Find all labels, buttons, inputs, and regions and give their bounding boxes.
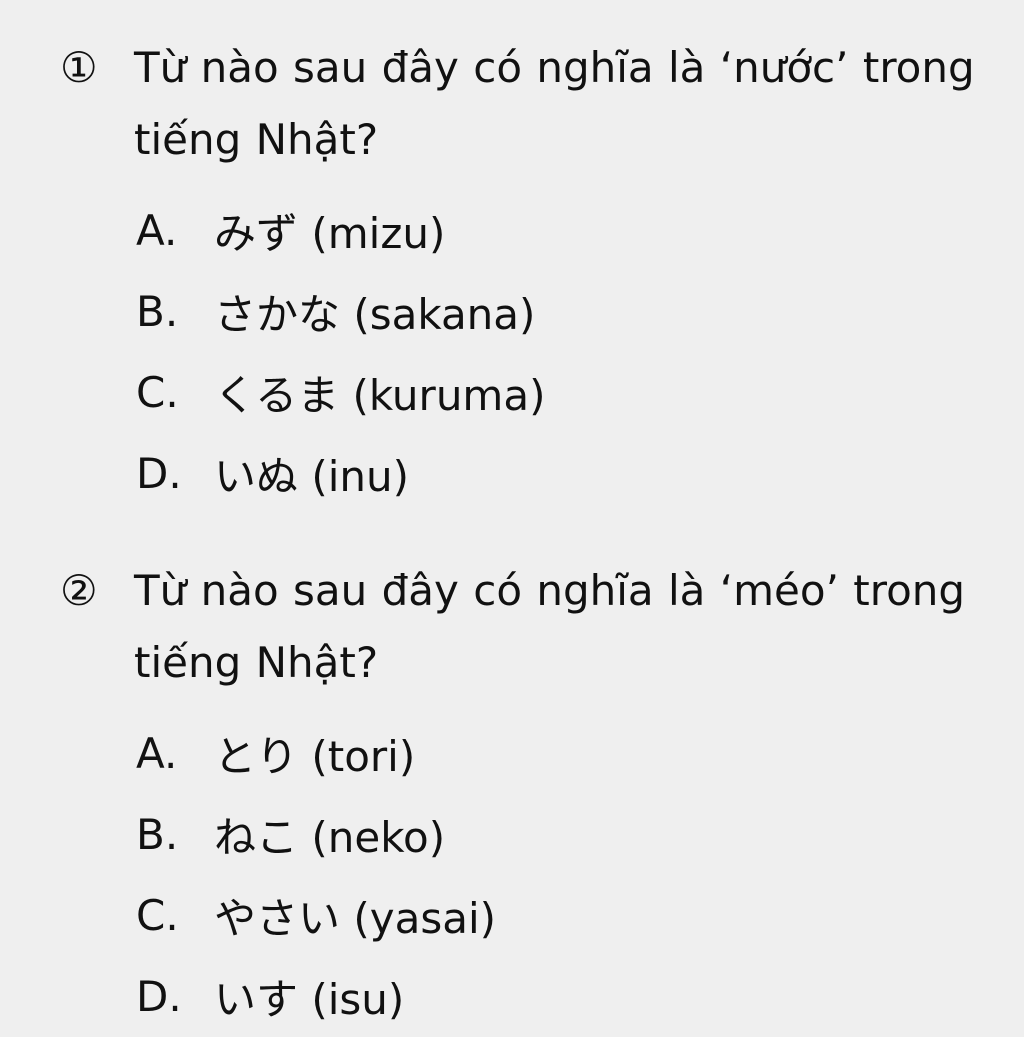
option-text: さかな (sakana) [214, 290, 536, 339]
question-text: Từ nào sau đây có nghĩa là ‘méo’ trong t… [134, 566, 966, 687]
option-d[interactable]: D. いぬ (inu) [136, 433, 1000, 514]
question-2: ② Từ nào sau đây có nghĩa là ‘méo’ trong… [60, 555, 1000, 1037]
option-c[interactable]: C. くるま (kuruma) [136, 352, 1000, 433]
answer-options: A. とり (tori) B. ねこ (neko) C. やさい (yasai)… [60, 713, 1000, 1037]
option-text: いぬ (inu) [214, 452, 410, 501]
question-number: ① [60, 43, 98, 92]
option-letter: C. [136, 368, 179, 417]
option-c[interactable]: C. やさい (yasai) [136, 875, 1000, 956]
option-letter: B. [136, 287, 179, 336]
option-b[interactable]: B. ねこ (neko) [136, 794, 1000, 875]
option-letter: D. [136, 449, 182, 498]
question-text: Từ nào sau đây có nghĩa là ‘nước’ trong … [134, 43, 975, 164]
option-a[interactable]: A. とり (tori) [136, 713, 1000, 794]
option-letter: A. [136, 729, 178, 778]
option-letter: D. [136, 972, 182, 1021]
question-1: ① Từ nào sau đây có nghĩa là ‘nước’ tron… [60, 32, 1000, 514]
question-number: ② [60, 566, 98, 615]
option-letter: B. [136, 810, 179, 859]
option-letter: C. [136, 891, 179, 940]
option-b[interactable]: B. さかな (sakana) [136, 271, 1000, 352]
answer-options: A. みず (mizu) B. さかな (sakana) C. くるま (kur… [60, 190, 1000, 514]
question-header: ① Từ nào sau đây có nghĩa là ‘nước’ tron… [60, 32, 1000, 176]
option-text: みず (mizu) [214, 209, 446, 258]
option-text: いす (isu) [214, 975, 405, 1024]
option-text: やさい (yasai) [214, 894, 497, 943]
option-a[interactable]: A. みず (mizu) [136, 190, 1000, 271]
option-d[interactable]: D. いす (isu) [136, 956, 1000, 1037]
option-text: とり (tori) [214, 732, 416, 781]
question-header: ② Từ nào sau đây có nghĩa là ‘méo’ trong… [60, 555, 1000, 699]
option-text: くるま (kuruma) [214, 371, 546, 420]
option-letter: A. [136, 206, 178, 255]
option-text: ねこ (neko) [214, 813, 446, 862]
